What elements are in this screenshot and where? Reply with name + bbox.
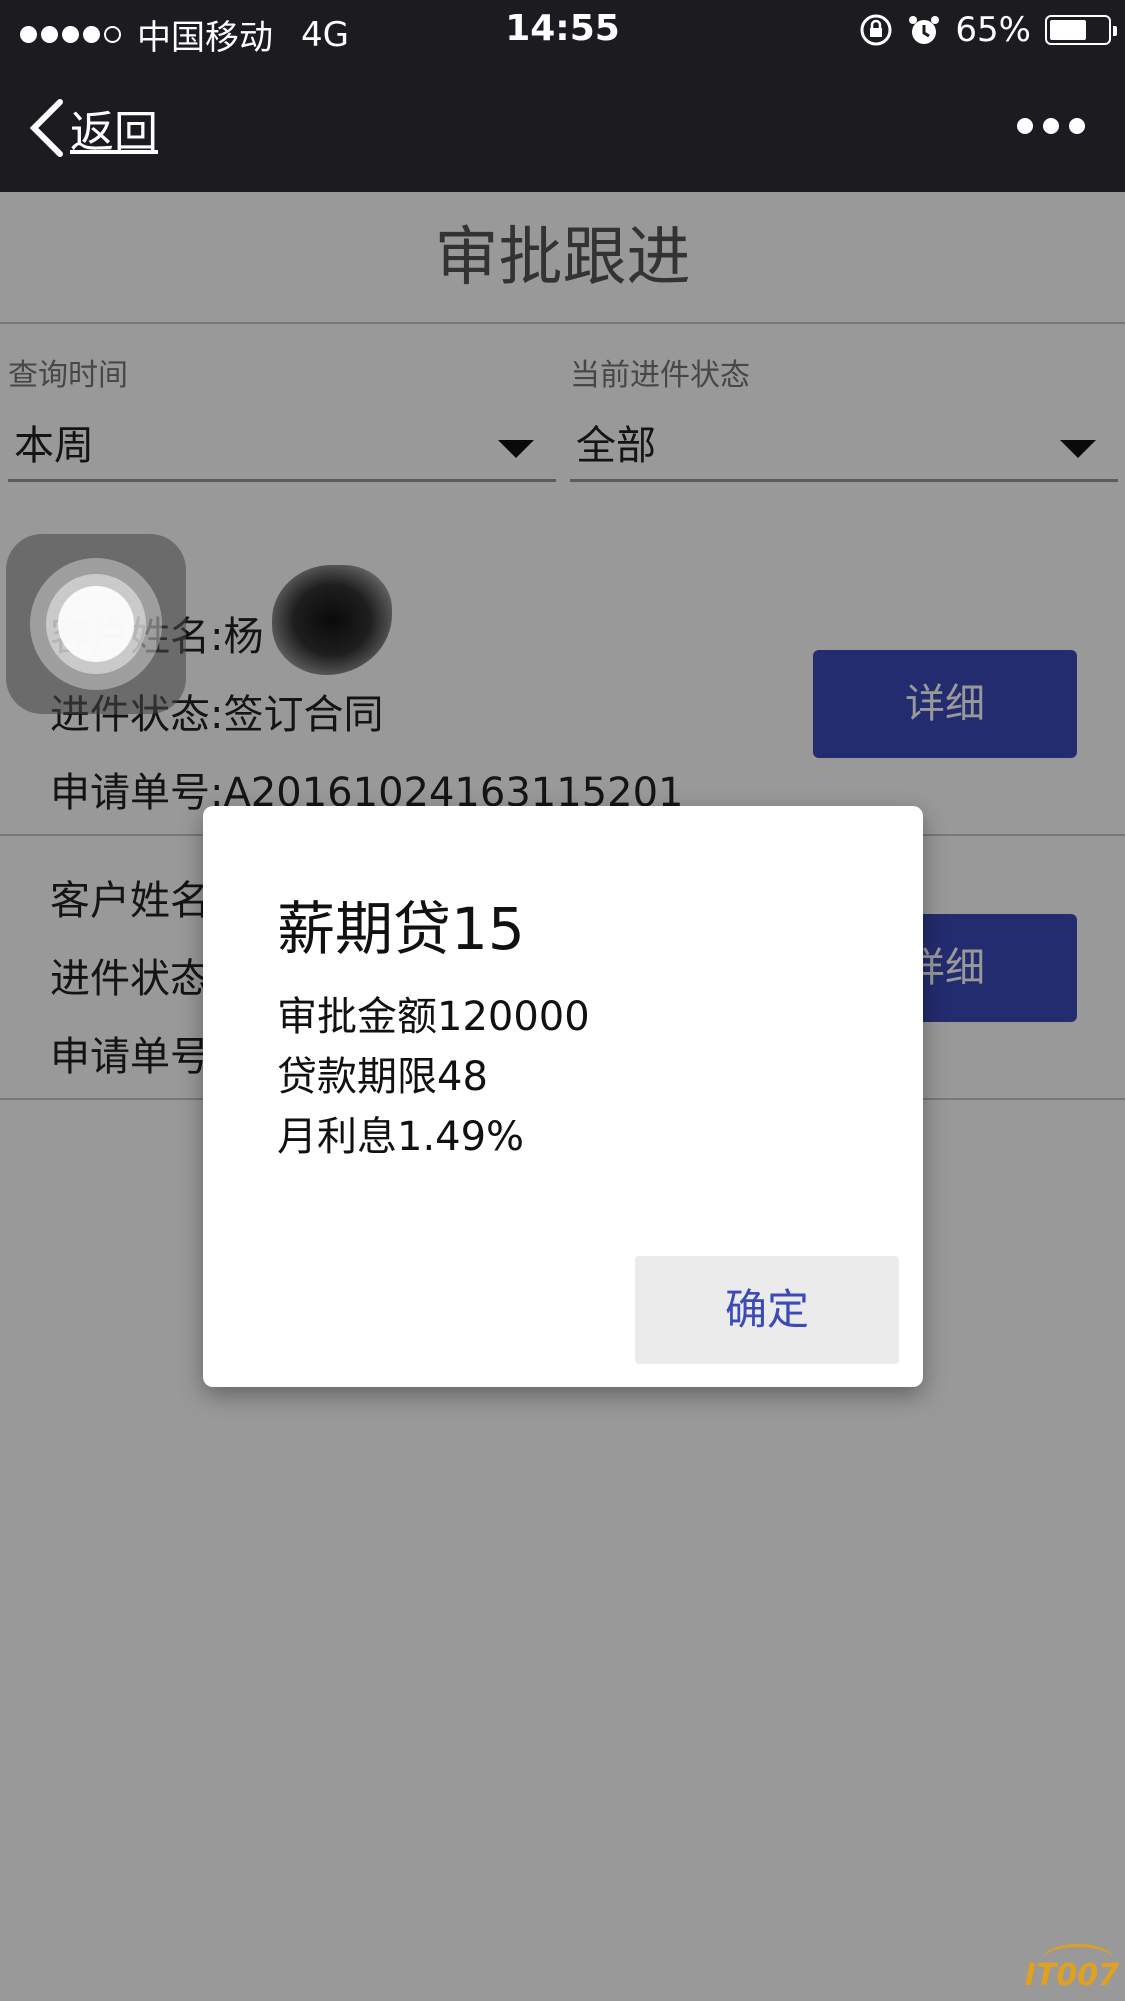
- alarm-icon: [907, 13, 941, 47]
- nav-bar: 返回: [0, 62, 1125, 192]
- battery-icon: [1045, 15, 1117, 45]
- battery-percent: 65%: [955, 10, 1031, 50]
- approved-amount: 审批金额120000: [277, 994, 590, 1040]
- rotation-lock-icon: [859, 13, 893, 47]
- watermark-logo: IT007: [1025, 1944, 1119, 1993]
- chevron-left-icon: [29, 99, 63, 157]
- back-label: 返回: [70, 107, 158, 158]
- assistive-touch-icon[interactable]: [6, 534, 186, 714]
- status-bar: 中国移动 4G 14:55 65%: [0, 0, 1125, 62]
- confirm-button[interactable]: 确定: [635, 1256, 899, 1364]
- more-options-icon[interactable]: [1017, 118, 1085, 134]
- approval-dialog: 薪期贷15 审批金额120000 贷款期限48 月利息1.49% 确定: [203, 806, 923, 1387]
- loan-term: 贷款期限48: [277, 1054, 488, 1100]
- back-button[interactable]: 返回: [26, 96, 158, 160]
- monthly-interest: 月利息1.49%: [277, 1114, 525, 1160]
- status-right: 65%: [859, 10, 1117, 50]
- dialog-title: 薪期贷15: [277, 895, 525, 963]
